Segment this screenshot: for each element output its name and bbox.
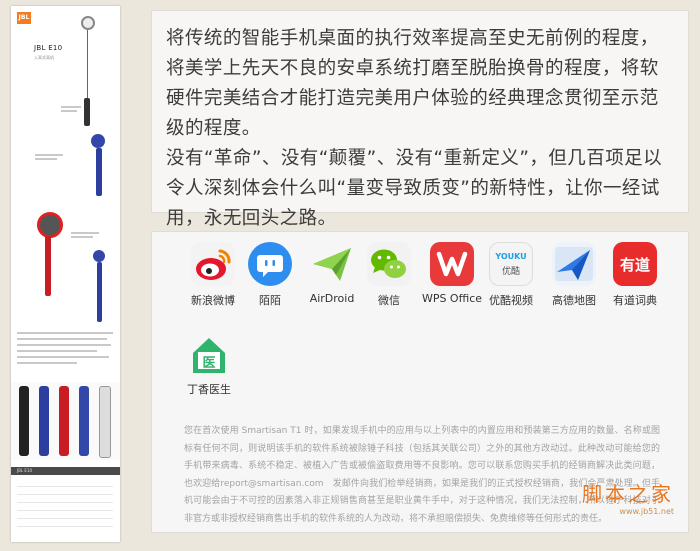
- dxy-icon: 医: [191, 335, 227, 375]
- amap-icon: [552, 242, 596, 286]
- caption-line: [17, 356, 109, 358]
- description-card: 将传统的智能手机桌面的执行效率提高至史无前例的程度，将美学上先天不良的安卓系统打…: [151, 10, 689, 229]
- earbud-stem-image: [97, 262, 102, 322]
- earbud-image: [81, 16, 95, 30]
- product-detail-strip: JBL JBL E10 入耳式耳机 JBL E10: [11, 6, 120, 542]
- variant-black: [19, 386, 29, 456]
- app-wechat[interactable]: 微信: [357, 242, 421, 308]
- app-youku[interactable]: YOUKU 优酷 优酷视频: [479, 242, 543, 308]
- spec-row: [17, 510, 113, 511]
- app-airdroid[interactable]: AirDroid: [300, 242, 364, 305]
- app-label: 微信: [378, 294, 400, 307]
- preinstalled-apps-card: 新浪微博 陌陌 AirDroid 微信 WPS Office YOUKU 优酷 …: [151, 231, 689, 533]
- watermark-url: www.jb51.net: [619, 507, 674, 516]
- app-label: 丁香医生: [187, 383, 231, 396]
- caption-line: [35, 158, 57, 160]
- app-weibo[interactable]: 新浪微博: [181, 242, 245, 308]
- app-youdao[interactable]: 有道 有道词典: [603, 242, 667, 308]
- youku-logo-text: YOUKU: [495, 252, 527, 261]
- youku-logo-sub: 优酷: [501, 267, 520, 277]
- app-label: AirDroid: [309, 292, 355, 305]
- airdroid-icon: [310, 242, 354, 286]
- spec-header-bar: JBL E10: [11, 467, 120, 475]
- variant-white: [99, 386, 111, 458]
- caption-line: [61, 110, 77, 112]
- spec-row: [17, 526, 113, 527]
- jbl-logo: JBL: [17, 12, 31, 24]
- dxy-logo-text: 医: [202, 356, 216, 371]
- caption-line: [71, 236, 93, 238]
- wps-icon: [430, 242, 474, 286]
- youdao-logo-text: 有道: [619, 256, 650, 274]
- spec-row: [17, 502, 113, 503]
- app-label: 新浪微博: [191, 294, 235, 307]
- description-paragraph-1: 将传统的智能手机桌面的执行效率提高至史无前例的程度，将美学上先天不良的安卓系统打…: [166, 28, 659, 139]
- earbud-image: [37, 212, 63, 238]
- product-subtitle: 入耳式耳机: [34, 55, 54, 60]
- caption-line: [17, 344, 111, 346]
- variant-blue: [79, 386, 89, 456]
- color-variants: [11, 382, 120, 460]
- spec-row: [17, 518, 113, 519]
- product-title: JBL E10: [34, 44, 63, 52]
- spec-row: [17, 486, 113, 487]
- app-dxy[interactable]: 医 丁香医生: [177, 335, 241, 397]
- variant-red: [59, 386, 69, 456]
- caption-line: [17, 362, 77, 364]
- remote-image: [84, 98, 90, 126]
- app-wps-office[interactable]: WPS Office: [418, 242, 486, 305]
- description-paragraph-2: 没有“革命”、没有“颠覆”、没有“重新定义”，但几百项足以令人深刻体会什么叫“量…: [166, 148, 663, 229]
- app-momo[interactable]: 陌陌: [238, 242, 302, 308]
- caption-line: [35, 154, 63, 156]
- earbud-stem-image: [45, 236, 51, 296]
- site-watermark: 脚本之家 www.jb51.net: [582, 478, 674, 516]
- spec-row: [17, 494, 113, 495]
- wechat-icon: [367, 242, 411, 286]
- app-label: 陌陌: [259, 294, 281, 307]
- app-label: 有道词典: [613, 294, 657, 307]
- caption-line: [17, 332, 113, 334]
- earbud-stem-image: [96, 148, 102, 196]
- caption-line: [61, 106, 81, 108]
- app-label: WPS Office: [421, 292, 483, 305]
- earbud-image: [91, 134, 105, 148]
- momo-icon: [248, 242, 292, 286]
- caption-line: [17, 350, 97, 352]
- app-amap[interactable]: 高德地图: [542, 242, 606, 308]
- youku-icon: YOUKU 优酷: [489, 242, 533, 286]
- caption-line: [71, 232, 99, 234]
- caption-line: [17, 338, 107, 340]
- earbud-image: [93, 250, 105, 262]
- watermark-logo: 脚本之家: [582, 482, 674, 506]
- weibo-icon: [191, 242, 235, 286]
- cable-line: [87, 30, 88, 100]
- app-label: 高德地图: [552, 294, 596, 307]
- spec-header-text: JBL E10: [17, 468, 33, 473]
- app-label: 优酷视频: [489, 294, 533, 307]
- variant-blue: [39, 386, 49, 456]
- youdao-icon: 有道: [613, 242, 657, 286]
